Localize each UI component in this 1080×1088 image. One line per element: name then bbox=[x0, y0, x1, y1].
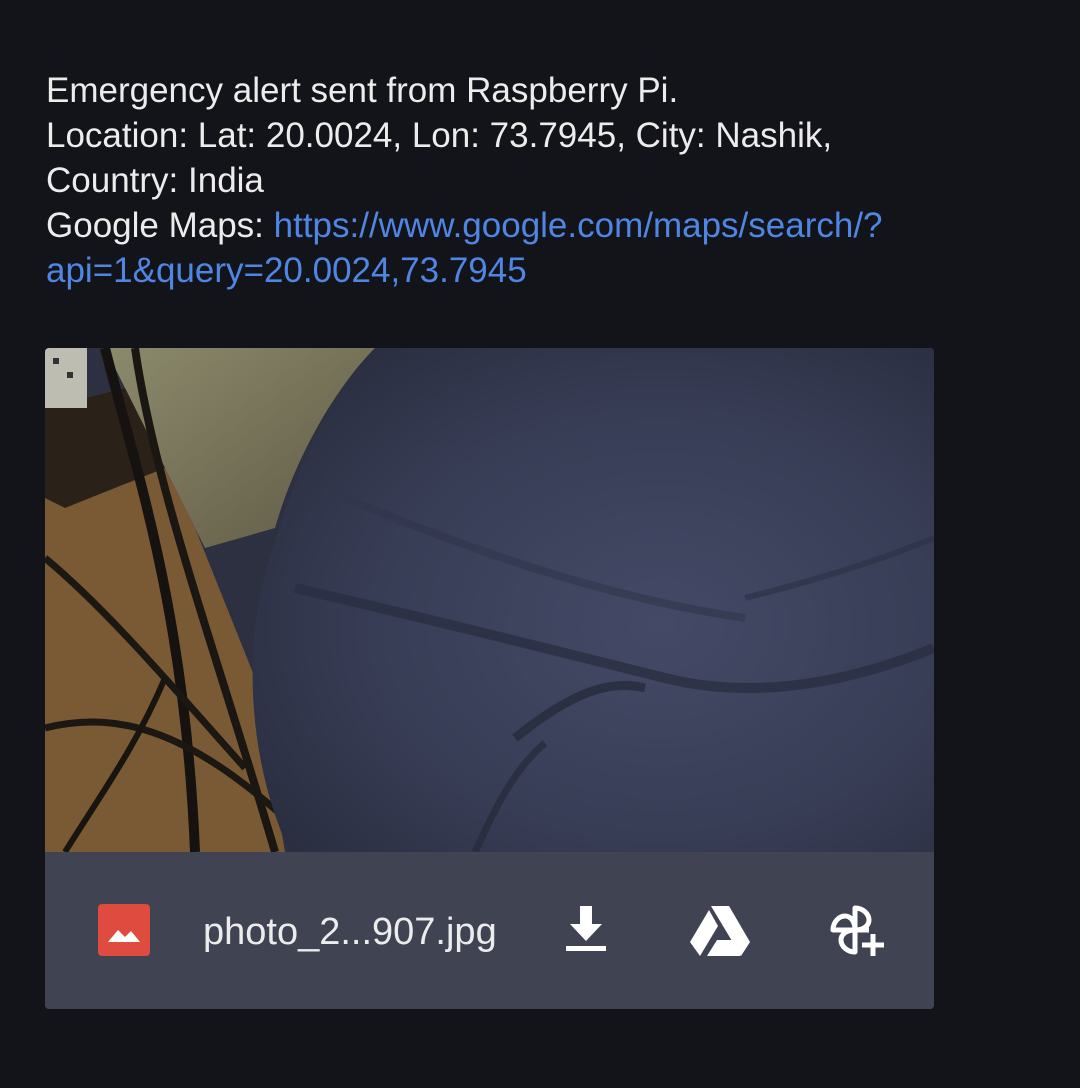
attachment-file-name[interactable]: photo_2...907.jpg bbox=[203, 909, 497, 955]
message-line-maps-cont: api=1&query=20.0024,73.7945 bbox=[46, 248, 1036, 293]
message-line-alert: Emergency alert sent from Raspberry Pi. bbox=[46, 71, 679, 110]
google-drive-icon bbox=[690, 906, 750, 956]
download-icon bbox=[566, 906, 606, 951]
download-button[interactable] bbox=[554, 898, 618, 962]
save-to-drive-button[interactable] bbox=[688, 898, 752, 962]
maps-link[interactable]: https://www.google.com/maps/search/? bbox=[274, 206, 883, 245]
maps-link-continued[interactable]: api=1&query=20.0024,73.7945 bbox=[46, 251, 527, 290]
google-photos-add-icon bbox=[830, 905, 884, 956]
add-to-photos-button[interactable] bbox=[823, 898, 887, 962]
image-file-icon bbox=[98, 904, 150, 956]
attachment-action-bar: photo_2...907.jpg bbox=[45, 852, 934, 1009]
message-line-maps: Google Maps: https://www.google.com/maps… bbox=[46, 203, 1036, 248]
message-line-location: Location: Lat: 20.0024, Lon: 73.7945, Ci… bbox=[46, 116, 833, 155]
attachment-photo-preview[interactable] bbox=[45, 348, 934, 852]
message-line-country: Country: India bbox=[46, 161, 264, 200]
message-text: Emergency alert sent from Raspberry Pi. … bbox=[46, 68, 1036, 293]
image-attachment: photo_2...907.jpg bbox=[45, 348, 934, 1009]
maps-label: Google Maps: bbox=[46, 206, 274, 245]
